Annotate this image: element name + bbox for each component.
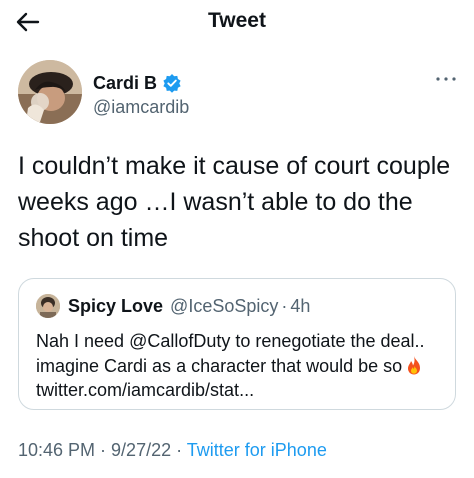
quoted-author-name: Spicy Love	[68, 295, 164, 316]
quoted-avatar	[36, 294, 60, 318]
quoted-time: 4h	[290, 295, 311, 316]
quoted-tweet-header: Spicy Love @IceSoSpicy · 4h	[36, 294, 310, 318]
tweet-metadata: 10:46 PM · 9/27/22 · Twitter for iPhone	[18, 440, 327, 461]
page-title: Tweet	[208, 9, 266, 32]
tweet-source[interactable]: Twitter for iPhone	[187, 440, 327, 460]
meta-separator: ·	[95, 440, 112, 460]
quoted-text: Nah I need @CallofDuty to renegotiate th…	[36, 331, 425, 376]
author-handle[interactable]: @iamcardib	[93, 97, 189, 118]
meta-separator-2: ·	[171, 440, 187, 460]
tweet-time[interactable]: 10:46 PM	[18, 440, 95, 460]
avatar[interactable]	[18, 60, 82, 124]
verified-badge-icon	[162, 73, 182, 93]
tweet-text: I couldn’t make it cause of court couple…	[18, 152, 451, 252]
author-name-row: Cardi B	[93, 72, 182, 94]
tweet-date[interactable]: 9/27/22	[111, 440, 171, 460]
quoted-separator: ·	[281, 295, 288, 316]
author-name[interactable]: Cardi B	[93, 73, 157, 94]
quoted-tweet[interactable]: Spicy Love @IceSoSpicy · 4h Nah I need @…	[18, 278, 456, 410]
more-options-button[interactable]	[434, 72, 458, 86]
quoted-tweet-text: Nah I need @CallofDuty to renegotiate th…	[36, 329, 448, 403]
quoted-author-handle: @IceSoSpicy	[170, 295, 279, 316]
more-horizontal-icon	[436, 77, 456, 81]
quoted-link[interactable]: twitter.com/iamcardib/stat...	[36, 380, 254, 400]
fire-icon	[405, 355, 423, 375]
top-bar: Tweet	[0, 0, 474, 44]
tweet-author: Cardi B @iamcardib	[18, 60, 458, 128]
